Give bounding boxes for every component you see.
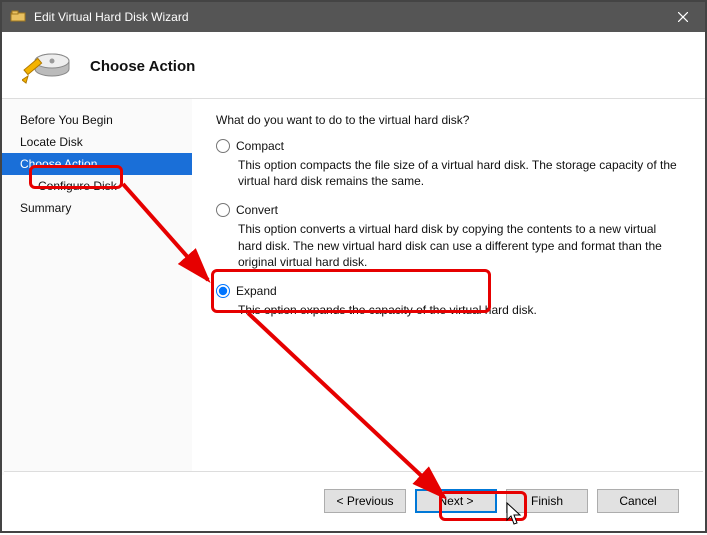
cancel-button[interactable]: Cancel — [597, 489, 679, 513]
option-compact-label: Compact — [236, 139, 284, 153]
option-expand-desc: This option expands the capacity of the … — [238, 302, 683, 318]
option-convert-label: Convert — [236, 203, 278, 217]
radio-convert[interactable] — [216, 203, 230, 217]
sidebar: Before You Begin Locate Disk Choose Acti… — [2, 99, 192, 475]
option-compact-desc: This option compacts the file size of a … — [238, 157, 683, 189]
wizard-body: Before You Begin Locate Disk Choose Acti… — [2, 99, 705, 475]
sidebar-item-locate-disk[interactable]: Locate Disk — [2, 131, 192, 153]
next-button[interactable]: Next > — [415, 489, 497, 513]
option-convert-row[interactable]: Convert — [216, 203, 683, 217]
disk-pencil-icon — [22, 46, 72, 86]
close-button[interactable] — [661, 2, 705, 32]
option-expand-row[interactable]: Expand — [216, 284, 683, 298]
previous-button[interactable]: < Previous — [324, 489, 406, 513]
sidebar-item-summary[interactable]: Summary — [2, 197, 192, 219]
option-expand-label: Expand — [236, 284, 277, 298]
question-text: What do you want to do to the virtual ha… — [216, 113, 683, 127]
radio-expand[interactable] — [216, 284, 230, 298]
option-convert: Convert This option converts a virtual h… — [216, 203, 683, 270]
app-icon — [10, 9, 26, 25]
option-compact: Compact This option compacts the file si… — [216, 139, 683, 189]
page-title: Choose Action — [90, 58, 195, 75]
sidebar-item-choose-action[interactable]: Choose Action — [2, 153, 192, 175]
content-panel: What do you want to do to the virtual ha… — [192, 99, 705, 475]
sidebar-item-before-you-begin[interactable]: Before You Begin — [2, 109, 192, 131]
sidebar-item-configure-disk[interactable]: Configure Disk — [2, 175, 192, 197]
option-expand: Expand This option expands the capacity … — [216, 284, 683, 318]
radio-compact[interactable] — [216, 139, 230, 153]
window-title: Edit Virtual Hard Disk Wizard — [34, 10, 661, 24]
option-compact-row[interactable]: Compact — [216, 139, 683, 153]
wizard-header: Choose Action — [2, 32, 705, 99]
option-convert-desc: This option converts a virtual hard disk… — [238, 221, 683, 270]
finish-button[interactable]: Finish — [506, 489, 588, 513]
titlebar: Edit Virtual Hard Disk Wizard — [2, 2, 705, 32]
footer: < Previous Next > Finish Cancel — [4, 471, 703, 529]
